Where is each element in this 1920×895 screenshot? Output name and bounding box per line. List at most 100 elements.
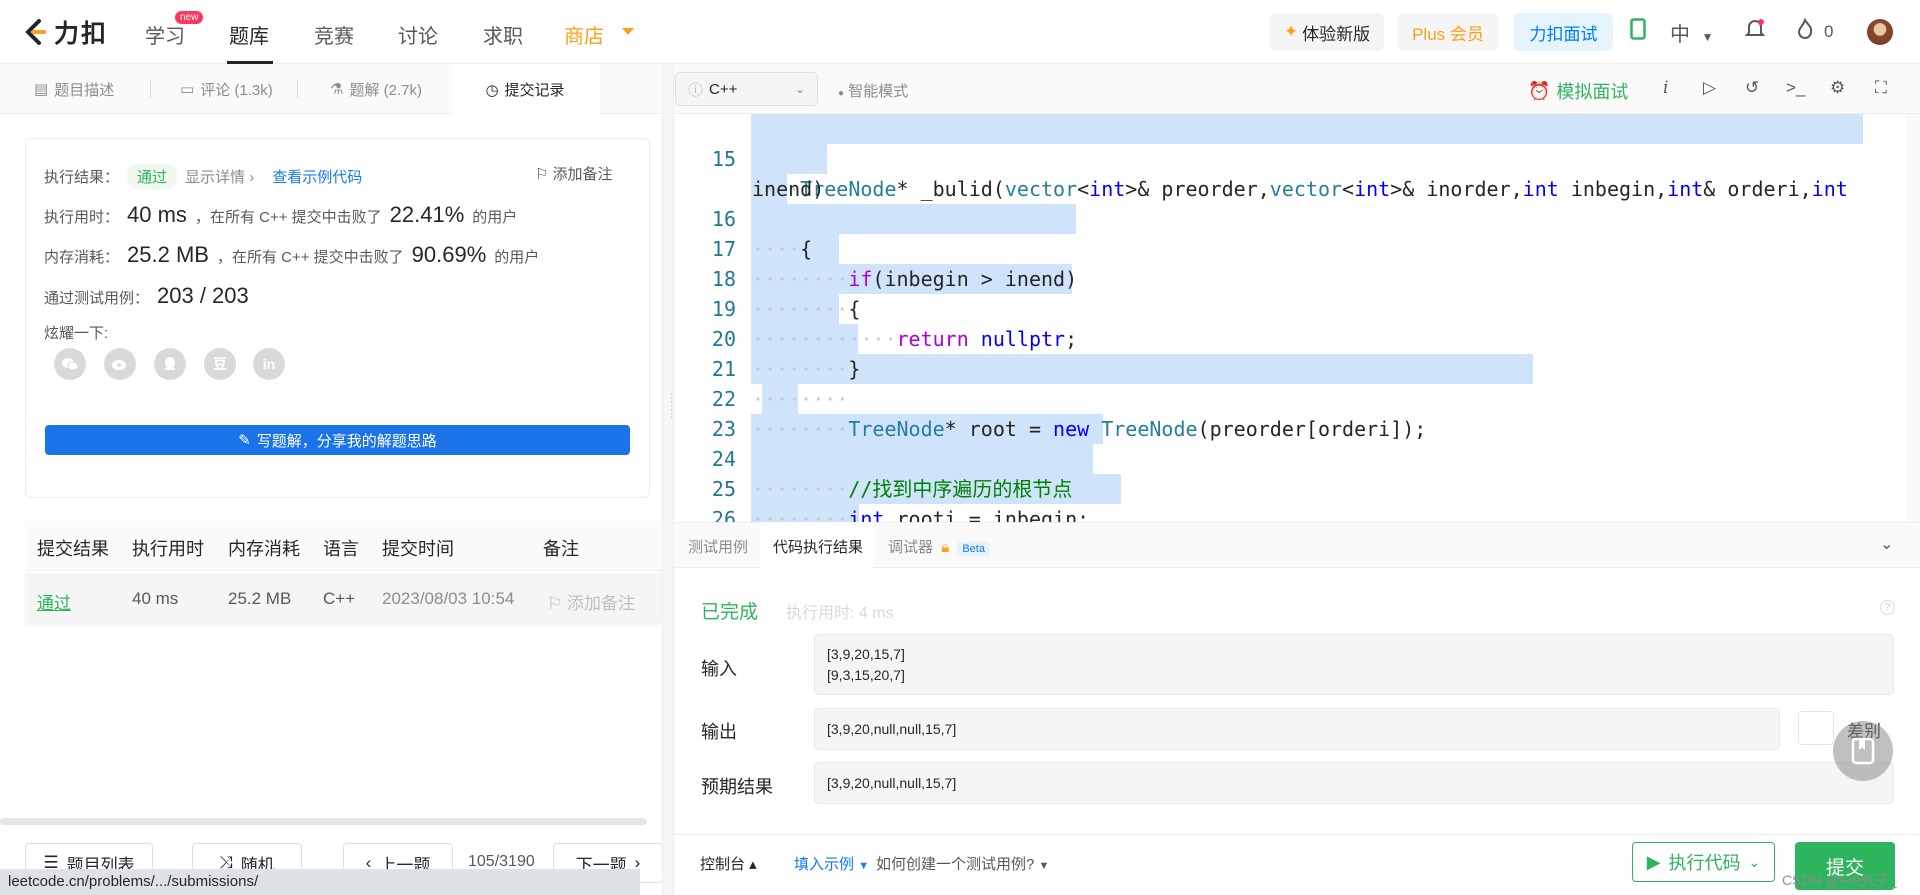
language-selector[interactable]: 中 ▼ [1670, 18, 1713, 47]
language-select[interactable]: ⓘ C++ ⌄ [675, 72, 818, 106]
avatar[interactable] [1867, 19, 1893, 45]
console-toggle[interactable]: 控制台 ▴ [700, 853, 757, 874]
editor-scrollbar[interactable] [1906, 114, 1920, 522]
horizontal-scrollbar[interactable] [0, 818, 647, 825]
tab-run-result[interactable]: 代码执行结果 [773, 536, 863, 557]
code-line: 25 ········int rooti = inbegin; [674, 444, 1906, 522]
write-solution-label: 写题解，分享我的解题思路 [256, 432, 437, 450]
submission-memory: 25.2 MB [228, 589, 292, 608]
code-line: 21 ········ [674, 324, 1906, 411]
leetcode-logo[interactable]: 力扣 [22, 14, 108, 50]
bell-icon[interactable] [1744, 18, 1766, 46]
runtime-label: 执行用时： [44, 209, 120, 226]
undo-icon[interactable]: ↺ [1745, 78, 1759, 98]
leetcode-interview-button[interactable]: 力扣面试 [1514, 13, 1613, 51]
nav-discuss[interactable]: 讨论 [398, 20, 438, 49]
douban-icon[interactable]: 豆 [204, 348, 236, 380]
memory-label: 内存消耗： [44, 249, 120, 266]
weibo-icon[interactable] [104, 348, 136, 380]
nav-jobs[interactable]: 求职 [483, 20, 523, 49]
terminal-icon[interactable]: >_ [1786, 78, 1805, 98]
info-i-icon[interactable]: i [1663, 78, 1668, 98]
collapse-chevron-icon[interactable]: ⌄ [1880, 534, 1893, 554]
nav-problems[interactable]: 题库 [229, 20, 269, 49]
code-editor[interactable]: 15 ····TreeNode* _bulid(vector<int>& pre… [674, 114, 1906, 522]
tab-testcase[interactable]: 测试用例 [688, 536, 748, 557]
fill-example-button[interactable]: 填入示例 ▼ [794, 853, 869, 874]
nav-learn[interactable]: 学习 [145, 20, 185, 49]
smart-mode-toggle[interactable]: ● 智能模式 [838, 80, 908, 101]
flag-icon: ⚐ [535, 165, 549, 183]
col-submit-time: 提交时间 [382, 539, 454, 559]
show-details-link[interactable]: 显示详情 › [185, 166, 254, 187]
smart-mode-label: 智能模式 [848, 83, 909, 100]
code-line: 23 [674, 384, 1906, 441]
dot-icon: ● [838, 88, 845, 99]
table-row[interactable]: 通过 40 ms 25.2 MB C++ 2023/08/03 10:54 ⚐ … [25, 573, 662, 623]
run-runtime: 执行用时: 4 ms [786, 605, 894, 622]
runtime-beat-text: ，在所有 C++ 提交中击败了 [194, 209, 382, 226]
tab-description-label: 题目描述 [54, 81, 115, 99]
nav-contest[interactable]: 竞赛 [314, 20, 354, 49]
fullscreen-icon[interactable]: ⛶ [1875, 78, 1887, 98]
floating-notebook-button[interactable] [1833, 721, 1893, 781]
cases-value: 203 / 203 [157, 283, 249, 308]
fire-icon[interactable] [1796, 17, 1814, 46]
tab-comments[interactable]: ▭ 评论 (1.3k) [180, 64, 273, 114]
tab-submissions[interactable]: ◷ 提交记录 [451, 64, 599, 115]
chevron-down-icon: ▼ [1701, 30, 1714, 44]
tab-solutions[interactable]: ⚗ 题解 (2.7k) [330, 64, 422, 114]
memory-percent: 90.69% [411, 242, 487, 267]
tab-divider [297, 80, 298, 98]
memory-row: 内存消耗： 25.2 MB ，在所有 C++ 提交中击败了 90.69% 的用户 [44, 242, 539, 268]
memory-value: 25.2 MB [127, 242, 209, 267]
runtime-value: 40 ms [127, 202, 187, 227]
qq-icon[interactable] [154, 348, 186, 380]
code-line: 26 ········while(rooti <= inend) [674, 474, 1906, 522]
input-line-2: [9,3,15,20,7] [827, 667, 905, 683]
phone-icon[interactable] [1630, 18, 1646, 46]
status-label: 执行结果： [44, 169, 120, 186]
col-language: 语言 [323, 539, 359, 559]
status-badge: 通过 [127, 164, 178, 189]
settings-icon[interactable]: ⚙ [1830, 78, 1845, 98]
input-box[interactable]: [3,9,20,15,7] [9,3,15,20,7] [814, 634, 1894, 695]
expected-box: [3,9,20,null,null,15,7] [814, 762, 1894, 804]
debugger-label: 调试器 [888, 539, 934, 556]
try-new-version-button[interactable]: ✦ 体验新版 [1270, 13, 1384, 51]
tab-description[interactable]: ▤ 题目描述 [34, 64, 114, 114]
tab-submissions-label: 提交记录 [504, 82, 565, 99]
mock-interview-button[interactable]: ⏰ 模拟面试 [1528, 78, 1628, 104]
submission-result-link[interactable]: 通过 [37, 589, 71, 614]
description-icon: ▤ [34, 81, 49, 98]
add-note-button[interactable]: ⚐ 添加备注 [535, 163, 612, 184]
run-status: 已完成 [701, 602, 759, 623]
output-box: [3,9,20,null,null,15,7] [814, 708, 1780, 750]
code-line: 18 ········{ [674, 234, 1906, 321]
play-outline-icon[interactable]: ▷ [1703, 78, 1716, 98]
expected-label: 预期结果 [701, 777, 773, 797]
output-label: 输出 [701, 722, 737, 742]
how-to-create-testcase[interactable]: 如何创建一个测试用例? ▼ [876, 853, 1049, 874]
new-badge: new [175, 11, 204, 24]
code-line: 22 ········TreeNode* root = new TreeNode… [674, 354, 1906, 441]
write-solution-button[interactable]: ✎ 写题解，分享我的解题思路 [45, 425, 630, 455]
linkedin-icon[interactable]: in [253, 348, 285, 380]
diff-toggle[interactable] [1798, 711, 1834, 745]
code-line: 17 ········if(inbegin > inend) [674, 204, 1906, 291]
nav-store[interactable]: 商店 [564, 20, 604, 49]
row-add-note-button[interactable]: ⚐ 添加备注 [547, 589, 635, 614]
tab-debugger[interactable]: 调试器 🔒︎ Beta [888, 536, 990, 557]
input-line-1: [3,9,20,15,7] [827, 646, 905, 662]
pencil-icon: ✎ [238, 432, 251, 449]
panel-resize-handle[interactable]: ⋮ ⋮ ⋮ [662, 64, 677, 895]
chevron-down-icon[interactable] [622, 28, 634, 35]
view-sample-code-link[interactable]: 查看示例代码 [272, 166, 362, 187]
help-icon[interactable]: ? [1880, 600, 1895, 615]
wechat-icon[interactable] [54, 348, 86, 380]
submissions-table-header: 提交结果 执行用时 内存消耗 语言 提交时间 备注 [25, 521, 662, 571]
chevron-down-icon: ⌄ [794, 82, 805, 96]
run-code-button[interactable]: ▶ 执行代码 ⌄ [1632, 842, 1775, 882]
plus-member-button[interactable]: Plus 会员 [1398, 13, 1498, 51]
sparkle-icon: ✦ [1283, 22, 1299, 41]
